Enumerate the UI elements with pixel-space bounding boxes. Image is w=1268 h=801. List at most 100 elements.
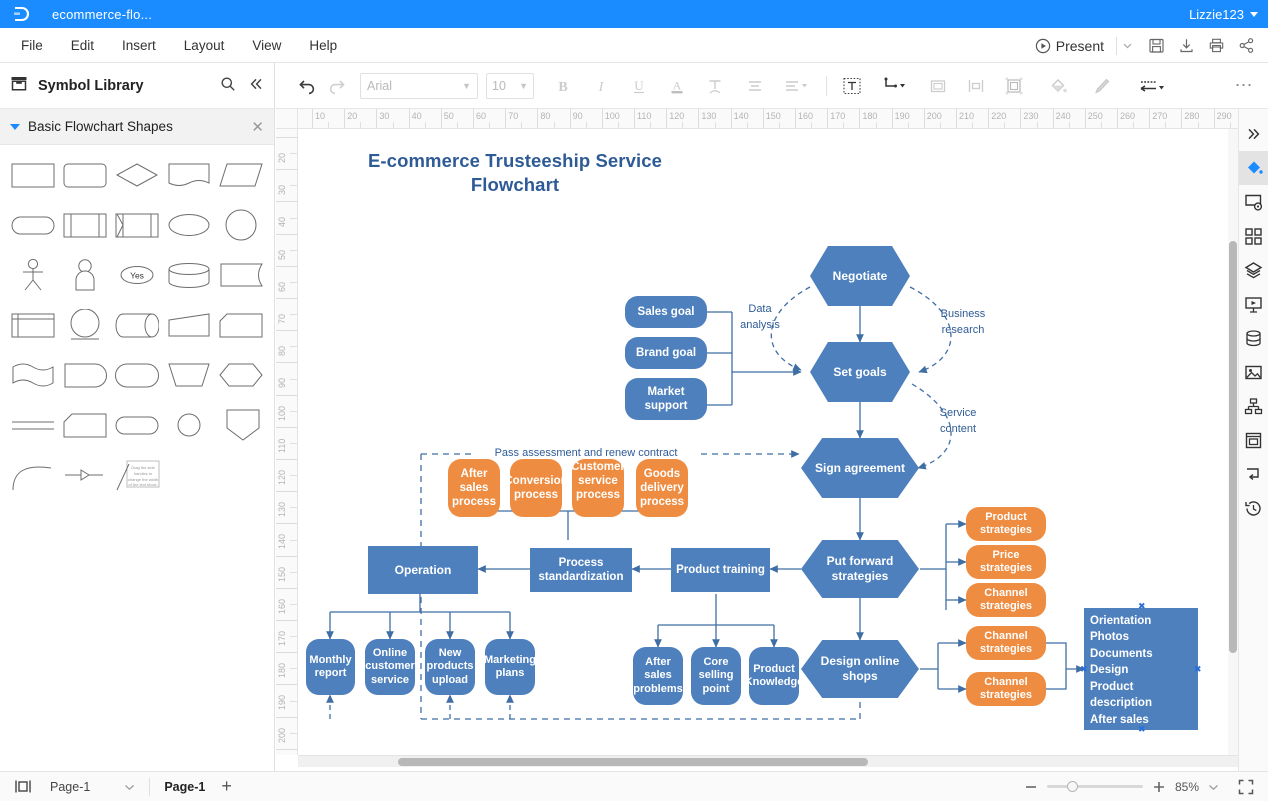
shape-rounded-rectangle[interactable] — [60, 157, 110, 193]
shape-trapezoid[interactable] — [164, 357, 214, 393]
shape-user[interactable] — [60, 257, 110, 293]
share-button[interactable] — [1232, 32, 1260, 60]
node-design-online-shops[interactable]: Design online shops — [801, 640, 919, 698]
zoom-out-button[interactable] — [1024, 780, 1038, 794]
download-button[interactable] — [1172, 32, 1200, 60]
canvas-viewport[interactable]: E-commerce Trusteeship Service Flowchart… — [298, 129, 1228, 755]
node-after-sales-problems[interactable]: After sales problems — [633, 647, 683, 705]
diagram-title[interactable]: E-commerce Trusteeship Service Flowchart — [350, 149, 680, 197]
distribute-button[interactable] — [961, 71, 991, 101]
rail-layers-button[interactable] — [1239, 253, 1268, 287]
close-icon[interactable]: ✕ — [251, 118, 264, 136]
align-button[interactable] — [740, 71, 770, 101]
shape-double-line[interactable] — [8, 407, 58, 443]
canvas-vertical-scrollbar[interactable] — [1228, 129, 1238, 755]
vertical-scroll-thumb[interactable] — [1229, 241, 1237, 653]
node-channel-strategies-2[interactable]: Channel strategies — [966, 626, 1046, 660]
shape-cut-corner-rect[interactable] — [216, 307, 266, 343]
resize-handle-right[interactable]: ✖ — [1194, 665, 1202, 674]
text-box-button[interactable] — [837, 71, 867, 101]
font-size-select[interactable]: 10 ▼ — [486, 72, 534, 99]
shape-circle[interactable] — [216, 207, 266, 243]
shape-actor[interactable] — [8, 257, 58, 293]
node-operation[interactable]: Operation — [368, 546, 478, 594]
rail-history-button[interactable] — [1239, 491, 1268, 525]
node-customer-service-process[interactable]: Customer service process — [571, 459, 625, 517]
rail-apps-button[interactable] — [1239, 219, 1268, 253]
node-sales-goal[interactable]: Sales goal — [625, 296, 707, 328]
connector-button[interactable] — [875, 71, 913, 101]
user-menu[interactable]: Lizzie123 — [1189, 0, 1258, 28]
redo-button[interactable] — [322, 71, 352, 101]
shape-circle-line[interactable] — [60, 307, 110, 343]
node-put-forward-strategies[interactable]: Put forward strategies — [801, 540, 919, 598]
shape-arc[interactable] — [8, 457, 58, 493]
page-tab-page-1[interactable]: Page-1 — [164, 780, 205, 794]
shape-arrow-connector[interactable] — [60, 457, 110, 493]
node-product-training[interactable]: Product training — [671, 548, 770, 592]
shape-document[interactable] — [164, 157, 214, 193]
shape-internal-storage[interactable] — [112, 207, 162, 243]
node-market-support[interactable]: Market support — [625, 378, 707, 420]
shape-ellipse[interactable] — [164, 207, 214, 243]
node-product-knowledge[interactable]: Product Knowledge — [745, 647, 803, 705]
node-channel-strategies-1[interactable]: Channel strategies — [966, 583, 1046, 617]
zoom-slider-knob[interactable] — [1066, 781, 1078, 792]
node-sign-agreement[interactable]: Sign agreement — [801, 438, 919, 498]
node-goods-delivery-process[interactable]: Goods delivery process — [636, 459, 688, 517]
present-dropdown[interactable] — [1116, 36, 1140, 55]
menu-insert[interactable]: Insert — [109, 34, 169, 57]
shape-direct-access-storage[interactable] — [112, 307, 162, 343]
rail-org-chart-button[interactable] — [1239, 389, 1268, 423]
present-button[interactable]: Present — [1029, 35, 1110, 57]
undo-button[interactable] — [292, 71, 322, 101]
zoom-slider[interactable] — [1046, 781, 1143, 792]
shape-trapezoid-right[interactable] — [164, 307, 214, 343]
fill-button[interactable] — [1043, 71, 1073, 101]
shape-parallelogram[interactable] — [216, 157, 266, 193]
shape-rectangle[interactable] — [8, 157, 58, 193]
italic-button[interactable]: I — [586, 71, 616, 101]
double-chevron-left-icon[interactable] — [248, 76, 264, 95]
node-after-sales-process[interactable]: After sales process — [448, 459, 500, 517]
shape-half-round-rect[interactable] — [60, 357, 110, 393]
node-product-strategies[interactable]: Product strategies — [966, 507, 1046, 541]
line-button[interactable] — [1087, 71, 1117, 101]
rail-database-button[interactable] — [1239, 321, 1268, 355]
node-process-standardization[interactable]: Process standardization — [530, 548, 632, 592]
shape-cylinder[interactable] — [164, 257, 214, 293]
font-color-button[interactable]: A — [662, 71, 692, 101]
node-monthly-report[interactable]: Monthly report — [306, 639, 355, 695]
node-new-products-upload[interactable]: New products upload — [425, 639, 475, 695]
shape-octagon-rect[interactable] — [60, 407, 110, 443]
line-style-button[interactable] — [1131, 71, 1171, 101]
search-icon[interactable] — [220, 76, 236, 95]
horizontal-scroll-thumb[interactable] — [398, 758, 868, 766]
shape-hexagon[interactable] — [216, 357, 266, 393]
resize-handle-left[interactable]: ✖ — [1080, 665, 1088, 674]
shape-home-plate[interactable] — [216, 407, 266, 443]
shape-card[interactable] — [216, 257, 266, 293]
menu-help[interactable]: Help — [296, 34, 350, 57]
diagram-page[interactable]: E-commerce Trusteeship Service Flowchart… — [298, 129, 1228, 755]
shape-small-circle[interactable] — [164, 407, 214, 443]
node-price-strategies[interactable]: Price strategies — [966, 545, 1046, 579]
menu-edit[interactable]: Edit — [58, 34, 107, 57]
frame-button[interactable] — [923, 71, 953, 101]
node-core-selling-point[interactable]: Core selling point — [691, 647, 741, 705]
node-negotiate[interactable]: Negotiate — [810, 246, 910, 306]
shape-decision-yes[interactable]: Yes — [112, 257, 162, 293]
rail-connector-route-button[interactable] — [1239, 457, 1268, 491]
more-options-button[interactable]: ⋯ — [1235, 75, 1255, 96]
shape-rounded-stadium[interactable] — [112, 407, 162, 443]
canvas-horizontal-scrollbar[interactable] — [298, 755, 1238, 767]
shape-stadium[interactable] — [8, 207, 58, 243]
collapse-right-panel-button[interactable] — [1239, 117, 1268, 151]
shape-predefined-process[interactable] — [60, 207, 110, 243]
page-selector[interactable]: Page-1 — [50, 780, 135, 794]
page-view-icon[interactable] — [14, 779, 32, 794]
node-brand-goal[interactable]: Brand goal — [625, 337, 707, 369]
shape-wave[interactable] — [8, 357, 58, 393]
node-channel-strategies-3[interactable]: Channel strategies — [966, 672, 1046, 706]
diagram-text-box[interactable]: Orientation Photos Documents Design Prod… — [1084, 608, 1198, 742]
